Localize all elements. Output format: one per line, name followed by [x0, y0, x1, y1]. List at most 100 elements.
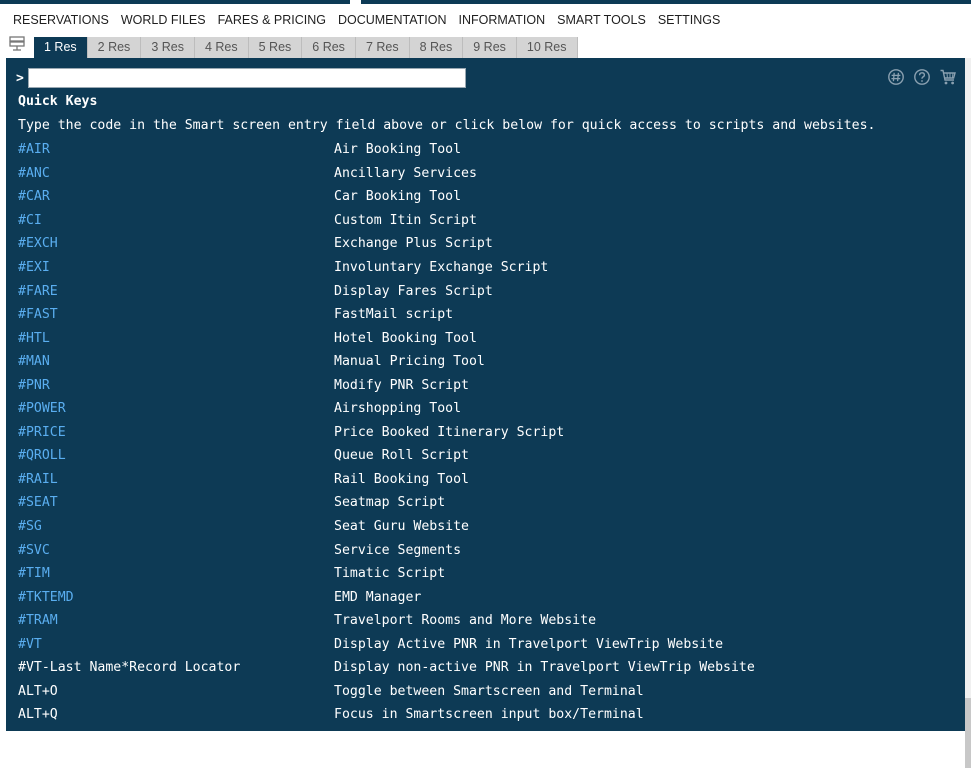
quick-key-row: ALT+OToggle between Smartscreen and Term…: [18, 680, 755, 704]
quick-key-label: Display non-active PNR in Travelport Vie…: [334, 660, 755, 675]
quick-key-label: Exchange Plus Script: [334, 236, 493, 251]
prompt-symbol: >: [16, 71, 28, 86]
quick-key-code[interactable]: #CI: [18, 213, 334, 228]
quick-key-row: #QROLLQueue Roll Script: [18, 444, 755, 468]
tab-4-res[interactable]: 4 Res: [195, 37, 249, 58]
toolbar-icons: [887, 68, 957, 86]
quick-key-code[interactable]: #TIM: [18, 566, 334, 581]
quick-key-code[interactable]: #PNR: [18, 378, 334, 393]
quick-key-code[interactable]: #EXCH: [18, 236, 334, 251]
quick-key-code[interactable]: #HTL: [18, 331, 334, 346]
quick-key-label: Seat Guru Website: [334, 519, 469, 534]
menu-settings[interactable]: SETTINGS: [652, 13, 727, 27]
quick-key-label: Travelport Rooms and More Website: [334, 613, 596, 628]
quick-key-row: #TKTEMDEMD Manager: [18, 585, 755, 609]
quick-key-row: #POWERAirshopping Tool: [18, 397, 755, 421]
quick-key-row: #EXCHExchange Plus Script: [18, 232, 755, 256]
quick-key-label: Hotel Booking Tool: [334, 331, 477, 346]
quick-key-row: #EXIInvoluntary Exchange Script: [18, 256, 755, 280]
vertical-scrollbar[interactable]: [965, 58, 971, 731]
quick-key-code[interactable]: #SVC: [18, 543, 334, 558]
quick-key-row: #SEATSeatmap Script: [18, 491, 755, 515]
quick-key-label: Timatic Script: [334, 566, 445, 581]
quick-key-row: #TIMTimatic Script: [18, 562, 755, 586]
quick-key-code: ALT+Q: [18, 707, 334, 722]
quick-key-code[interactable]: #POWER: [18, 401, 334, 416]
terminal-icon[interactable]: [0, 36, 34, 58]
quick-key-code[interactable]: #ANC: [18, 166, 334, 181]
quick-key-row: #VT-Last Name*Record LocatorDisplay non-…: [18, 656, 755, 680]
quick-key-row: #AIRAir Booking Tool: [18, 138, 755, 162]
menu-documentation[interactable]: DOCUMENTATION: [332, 13, 453, 27]
quick-key-code[interactable]: #VT: [18, 637, 334, 652]
quick-key-code[interactable]: #PRICE: [18, 425, 334, 440]
quick-key-code: #VT-Last Name*Record Locator: [18, 660, 334, 675]
quick-keys-title: Quick Keys: [18, 94, 97, 109]
quick-key-row: ALT+QFocus in Smartscreen input box/Term…: [18, 703, 755, 727]
quick-key-row: #PNRModify PNR Script: [18, 373, 755, 397]
res-tab-bar: 1 Res 2 Res 3 Res 4 Res 5 Res 6 Res 7 Re…: [0, 36, 971, 58]
menu-fares-pricing[interactable]: FARES & PRICING: [212, 13, 332, 27]
smartscreen-panel: >: [6, 58, 965, 731]
tab-1-res[interactable]: 1 Res: [34, 37, 88, 58]
quick-key-code[interactable]: #SG: [18, 519, 334, 534]
quick-key-row: #VTDisplay Active PNR in Travelport View…: [18, 632, 755, 656]
menu-world-files[interactable]: WORLD FILES: [115, 13, 212, 27]
tab-8-res[interactable]: 8 Res: [410, 37, 464, 58]
quick-key-label: Rail Booking Tool: [334, 472, 469, 487]
quick-key-row: #CICustom Itin Script: [18, 209, 755, 233]
quick-key-code[interactable]: #AIR: [18, 142, 334, 157]
quick-key-label: Manual Pricing Tool: [334, 354, 485, 369]
menu-information[interactable]: INFORMATION: [453, 13, 552, 27]
quick-key-code[interactable]: #CAR: [18, 189, 334, 204]
quick-key-label: Custom Itin Script: [334, 213, 477, 228]
tab-3-res[interactable]: 3 Res: [141, 37, 195, 58]
menu-reservations[interactable]: RESERVATIONS: [7, 13, 115, 27]
quick-key-label: Price Booked Itinerary Script: [334, 425, 564, 440]
quick-key-code[interactable]: #EXI: [18, 260, 334, 275]
quick-key-row: #CARCar Booking Tool: [18, 185, 755, 209]
scrollbar-thumb[interactable]: [965, 698, 971, 768]
quick-keys-list: #AIRAir Booking Tool#ANCAncillary Servic…: [18, 138, 755, 727]
tab-6-res[interactable]: 6 Res: [302, 37, 356, 58]
quick-key-label: EMD Manager: [334, 590, 421, 605]
quick-key-row: #SGSeat Guru Website: [18, 515, 755, 539]
quick-keys-description: Type the code in the Smart screen entry …: [18, 118, 875, 133]
quick-key-code[interactable]: #TKTEMD: [18, 590, 334, 605]
tab-5-res[interactable]: 5 Res: [249, 37, 303, 58]
tab-7-res[interactable]: 7 Res: [356, 37, 410, 58]
quick-key-code[interactable]: #FARE: [18, 284, 334, 299]
main-menu: RESERVATIONS WORLD FILES FARES & PRICING…: [0, 4, 971, 36]
quick-key-code[interactable]: #RAIL: [18, 472, 334, 487]
quick-key-row: #SVCService Segments: [18, 538, 755, 562]
quick-key-label: Modify PNR Script: [334, 378, 469, 393]
quick-key-label: Display Active PNR in Travelport ViewTri…: [334, 637, 723, 652]
command-line: >: [16, 68, 466, 88]
quick-key-label: Focus in Smartscreen input box/Terminal: [334, 707, 644, 722]
command-input[interactable]: [28, 68, 466, 88]
quick-key-label: Airshopping Tool: [334, 401, 461, 416]
quick-key-code[interactable]: #QROLL: [18, 448, 334, 463]
tab-2-res[interactable]: 2 Res: [88, 37, 142, 58]
menu-smart-tools[interactable]: SMART TOOLS: [551, 13, 652, 27]
quick-key-label: Toggle between Smartscreen and Terminal: [334, 684, 644, 699]
quick-key-code[interactable]: #TRAM: [18, 613, 334, 628]
quick-key-code[interactable]: #MAN: [18, 354, 334, 369]
quick-key-code[interactable]: #SEAT: [18, 495, 334, 510]
help-icon[interactable]: [913, 68, 931, 86]
quick-key-code: ALT+O: [18, 684, 334, 699]
quick-key-code[interactable]: #FAST: [18, 307, 334, 322]
quick-key-row: #ANCAncillary Services: [18, 162, 755, 186]
tab-10-res[interactable]: 10 Res: [517, 37, 578, 58]
quick-key-label: Queue Roll Script: [334, 448, 469, 463]
quick-key-row: #HTLHotel Booking Tool: [18, 326, 755, 350]
tab-9-res[interactable]: 9 Res: [463, 37, 517, 58]
hash-icon[interactable]: [887, 68, 905, 86]
quick-key-row: #FAREDisplay Fares Script: [18, 279, 755, 303]
cart-icon[interactable]: [939, 68, 957, 86]
quick-key-label: Air Booking Tool: [334, 142, 461, 157]
quick-key-label: Car Booking Tool: [334, 189, 461, 204]
quick-key-label: Involuntary Exchange Script: [334, 260, 548, 275]
quick-key-label: Ancillary Services: [334, 166, 477, 181]
quick-key-row: #PRICEPrice Booked Itinerary Script: [18, 421, 755, 445]
